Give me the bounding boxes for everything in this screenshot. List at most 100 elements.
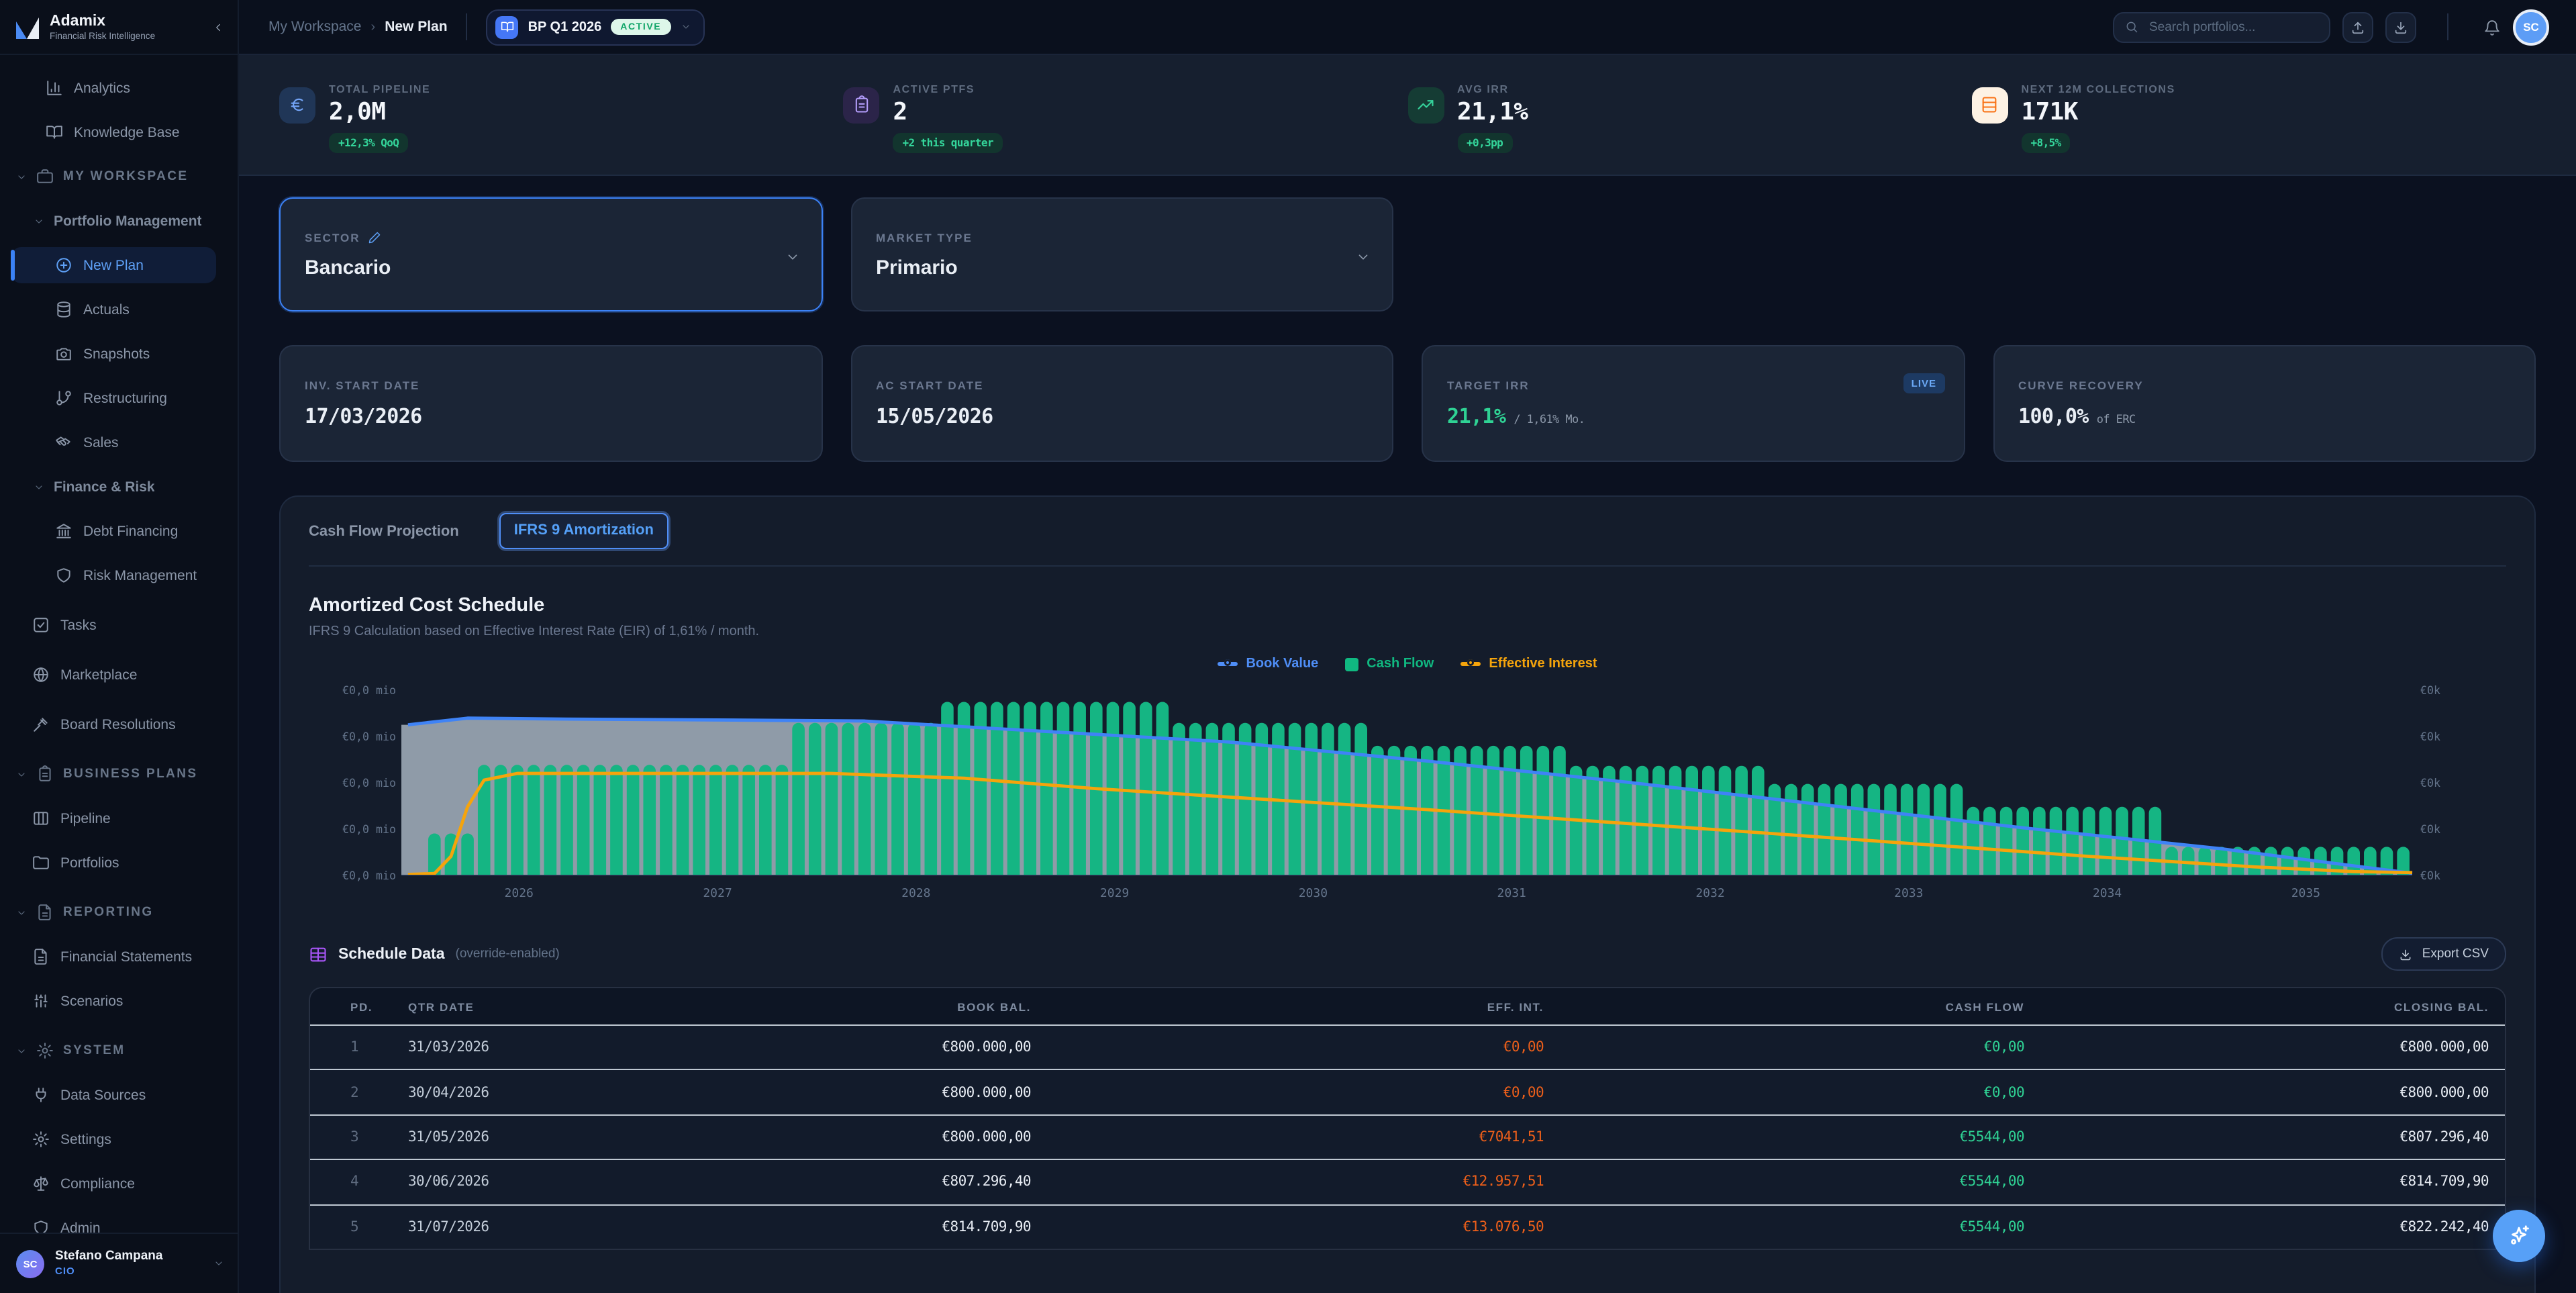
- schedule-data-header: Schedule Data (override-enabled) Export …: [309, 937, 2506, 971]
- sidebar-item-board-resolutions[interactable]: Board Resolutions: [0, 702, 230, 747]
- sidebar-item-my-workspace[interactable]: MY WORKSPACE: [0, 154, 230, 199]
- col-eff-int: EFF. INT.: [1031, 1000, 1544, 1013]
- topbar-avatar[interactable]: SC: [2513, 9, 2549, 45]
- shield-icon: [55, 567, 72, 584]
- sector-value: Bancario: [305, 256, 797, 279]
- brand-name: Adamix: [50, 13, 155, 30]
- sidebar-item-scenarios[interactable]: Scenarios: [0, 979, 230, 1023]
- market-type-select[interactable]: MARKET TYPE Primario: [850, 197, 1393, 312]
- cell-cash-flow: €5544,00: [1544, 1174, 2024, 1190]
- search-input[interactable]: [2146, 18, 2318, 36]
- sidebar-item-sales[interactable]: Sales: [0, 420, 230, 465]
- euro-icon: [279, 87, 315, 123]
- ac-start-date-field[interactable]: AC START DATE 15/05/2026: [850, 345, 1393, 462]
- download-button[interactable]: [2385, 11, 2416, 42]
- search-box[interactable]: [2113, 11, 2330, 42]
- columns-icon: [32, 810, 50, 827]
- download-icon: [2399, 947, 2413, 961]
- chevron-down-icon: [680, 21, 691, 32]
- plan-selector[interactable]: BP Q1 2026 ACTIVE: [487, 9, 705, 45]
- sidebar-item-analytics[interactable]: Analytics: [0, 66, 230, 110]
- sector-select[interactable]: SECTOR Bancario: [279, 197, 822, 312]
- sidebar-item-label: Snapshots: [83, 346, 150, 362]
- schedule-data-note: (override-enabled): [456, 947, 560, 961]
- sidebar: Adamix Financial Risk Intelligence Analy…: [0, 0, 239, 1293]
- sidebar-item-settings[interactable]: Settings: [0, 1117, 230, 1161]
- sidebar-item-label: Risk Management: [83, 567, 197, 583]
- table-row[interactable]: 230/04/2026€800.000,00€0,00€0,00€800.000…: [310, 1069, 2505, 1114]
- cell-book-bal: €807.296,40: [677, 1174, 1031, 1190]
- sidebar-item-finance-risk[interactable]: Finance & Risk: [0, 465, 230, 509]
- sidebar-item-snapshots[interactable]: Snapshots: [0, 332, 230, 376]
- sidebar-collapse-button[interactable]: [212, 21, 224, 34]
- sidebar-item-financial-statements[interactable]: Financial Statements: [0, 935, 230, 979]
- kpi-value: 2: [893, 97, 1003, 126]
- sidebar-user-menu[interactable]: SC Stefano Campana CIO: [0, 1233, 238, 1293]
- sidebar-item-label: Pipeline: [60, 810, 111, 826]
- gavel-icon: [32, 716, 50, 733]
- sidebar-item-data-sources[interactable]: Data Sources: [0, 1073, 230, 1117]
- sidebar-item-tasks[interactable]: Tasks: [0, 603, 230, 647]
- chevron-down-icon: [34, 216, 44, 226]
- brand-logo-icon: [16, 16, 40, 39]
- legend-effective-interest[interactable]: Effective Interest: [1460, 657, 1597, 671]
- svg-text:€0k: €0k: [2420, 684, 2440, 697]
- globe-icon: [32, 666, 50, 683]
- market-type-value: Primario: [876, 256, 1368, 279]
- tab-cash-flow-projection[interactable]: Cash Flow Projection: [309, 523, 459, 539]
- notifications-bell-icon[interactable]: [2483, 18, 2501, 36]
- trending-up-icon: [1407, 87, 1444, 123]
- cell-book-bal: €800.000,00: [677, 1039, 1031, 1055]
- legend-book-value[interactable]: Book Value: [1218, 657, 1318, 671]
- sidebar-item-reporting[interactable]: REPORTING: [0, 890, 230, 935]
- sidebar-item-debt-financing[interactable]: Debt Financing: [0, 509, 230, 553]
- col-qtr-date: QTR DATE: [408, 1000, 677, 1013]
- kpi-label: TOTAL PIPELINE: [329, 83, 430, 95]
- svg-text:€0,0 mio: €0,0 mio: [342, 777, 396, 789]
- table-row[interactable]: 331/05/2026€800.000,00€7041,51€5544,00€8…: [310, 1114, 2505, 1159]
- sidebar-item-new-plan[interactable]: New Plan: [0, 243, 230, 287]
- sidebar-item-restructuring[interactable]: Restructuring: [0, 376, 230, 420]
- breadcrumb-parent[interactable]: My Workspace: [268, 19, 362, 35]
- avatar-initials: SC: [2523, 20, 2539, 34]
- cell-cash-flow: €0,00: [1544, 1084, 2024, 1100]
- brand: Adamix Financial Risk Intelligence: [0, 0, 238, 55]
- svg-text:€0,0 mio: €0,0 mio: [342, 730, 396, 743]
- target-irr-label: TARGET IRR: [1447, 379, 1530, 392]
- target-irr-card: TARGET IRR LIVE 21,1%/ 1,61% Mo.: [1422, 345, 1965, 462]
- ai-assistant-button[interactable]: [2493, 1210, 2545, 1262]
- sidebar-item-portfolio-management[interactable]: Portfolio Management: [0, 199, 230, 243]
- schedule-table: PD. QTR DATE BOOK BAL. EFF. INT. CASH FL…: [309, 987, 2506, 1250]
- upload-icon: [2350, 19, 2365, 34]
- sidebar-item-risk-management[interactable]: Risk Management: [0, 553, 230, 597]
- svg-text:2035: 2035: [2291, 886, 2320, 900]
- sidebar-item-compliance[interactable]: Compliance: [0, 1161, 230, 1206]
- legend-cash-flow[interactable]: Cash Flow: [1345, 657, 1434, 671]
- sidebar-item-marketplace[interactable]: Marketplace: [0, 653, 230, 697]
- sidebar-item-label: Board Resolutions: [60, 716, 176, 732]
- export-csv-button[interactable]: Export CSV: [2382, 937, 2506, 971]
- table-row[interactable]: 430/06/2026€807.296,40€12.957,51€5544,00…: [310, 1159, 2505, 1204]
- upload-button[interactable]: [2342, 11, 2373, 42]
- sidebar-item-business-plans[interactable]: BUSINESS PLANS: [0, 752, 230, 796]
- cell-pd: 5: [310, 1219, 408, 1235]
- plan-status-badge: ACTIVE: [611, 19, 671, 35]
- cell-book-bal: €800.000,00: [677, 1129, 1031, 1145]
- sidebar-item-label: Debt Financing: [83, 523, 178, 539]
- sidebar-item-pipeline[interactable]: Pipeline: [0, 796, 230, 841]
- sidebar-item-knowledge-base[interactable]: Knowledge Base: [0, 110, 230, 154]
- sidebar-item-portfolios[interactable]: Portfolios: [0, 841, 230, 885]
- top-bar: My Workspace › New Plan BP Q1 2026 ACTIV…: [239, 0, 2576, 55]
- table-row[interactable]: 531/07/2026€814.709,90€13.076,50€5544,00…: [310, 1204, 2505, 1249]
- col-cash-flow: CASH FLOW: [1544, 1000, 2024, 1013]
- sidebar-item-admin[interactable]: Admin: [0, 1206, 230, 1233]
- tab-ifrs9-amortization[interactable]: IFRS 9 Amortization: [499, 513, 668, 549]
- edit-pencil-icon[interactable]: [368, 231, 382, 244]
- chevron-down-icon: [34, 481, 44, 492]
- table-row[interactable]: 131/03/2026€800.000,00€0,00€0,00€800.000…: [310, 1024, 2505, 1069]
- sidebar-item-actuals[interactable]: Actuals: [0, 287, 230, 332]
- inv-start-date-field[interactable]: INV. START DATE 17/03/2026: [279, 345, 822, 462]
- sidebar-item-system[interactable]: SYSTEM: [0, 1028, 230, 1073]
- sidebar-item-label: Portfolio Management: [54, 213, 202, 229]
- landmark-icon: [55, 522, 72, 540]
